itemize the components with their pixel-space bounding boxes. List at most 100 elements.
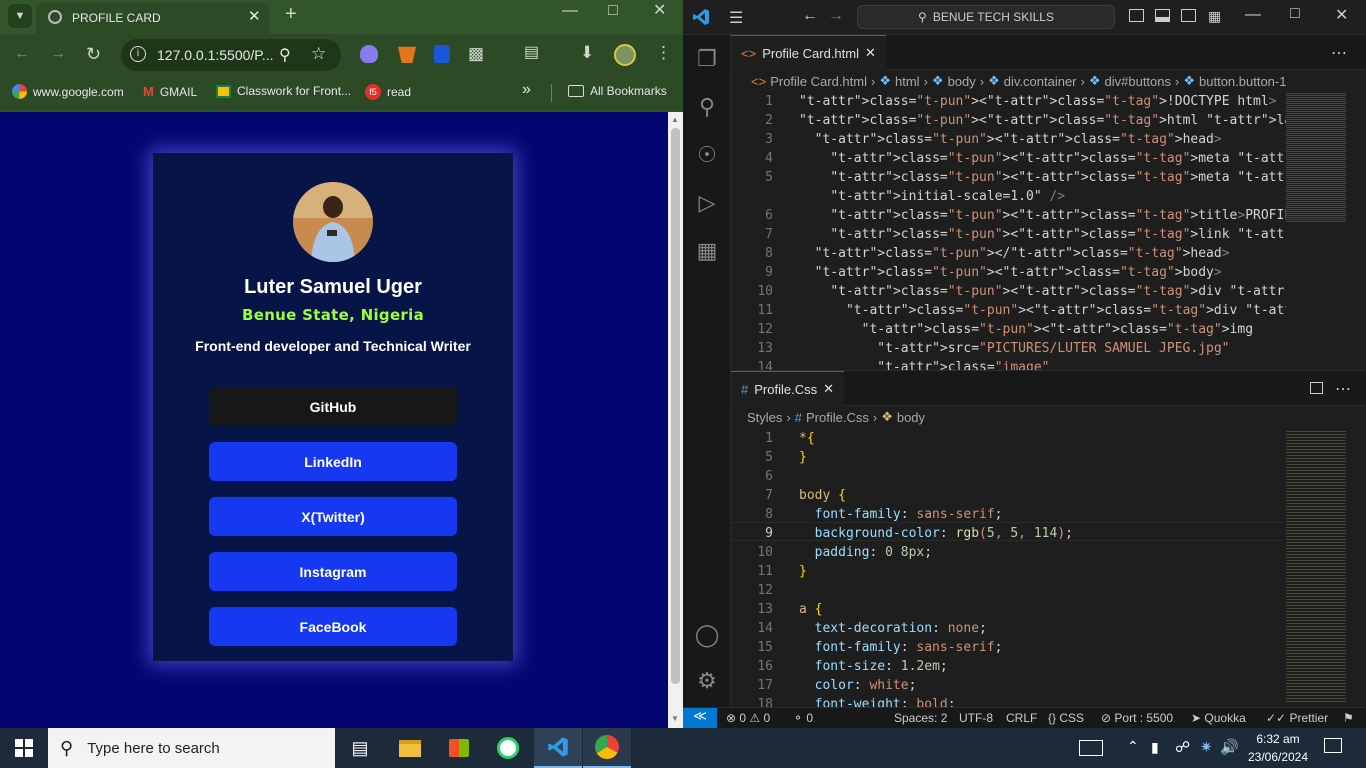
volume-icon[interactable]: 🔊	[1220, 738, 1239, 756]
zoom-icon[interactable]: ⚲	[279, 45, 291, 65]
minimize-icon[interactable]: —	[562, 3, 578, 19]
html-file-tab[interactable]: <> Profile Card.html ✕	[731, 35, 886, 70]
html-editor[interactable]: <> Profile Card.html ✕ ⋯ <> Profile Card.…	[731, 35, 1366, 370]
code-line[interactable]: "t-attr">src="PICTURES/LUTER SAMUEL JPEG…	[799, 339, 1229, 358]
code-line[interactable]: font-size: 1.2em;	[799, 657, 948, 676]
customize-layout-icon[interactable]: ▦	[1208, 8, 1221, 25]
encoding-status[interactable]: UTF-8	[959, 711, 993, 725]
nav-forward-icon[interactable]: →	[828, 7, 844, 25]
chrome-menu-icon[interactable]: ⋮	[655, 44, 672, 61]
bookmark-star-icon[interactable]: ☆	[311, 44, 326, 64]
crumb[interactable]: div.container	[1004, 74, 1077, 89]
prettier-status[interactable]: ✓✓ Prettier	[1266, 711, 1328, 725]
new-tab-button[interactable]: +	[285, 4, 297, 24]
extensions-puzzle-icon[interactable]: ▩	[468, 45, 484, 62]
quokka-status[interactable]: ➤ Quokka	[1191, 711, 1246, 725]
search-view-icon[interactable]: ⚲	[683, 87, 731, 127]
code-line[interactable]: "t-attr">class="t-pun"><"t-attr">class="…	[799, 111, 1286, 130]
extensions-icon[interactable]: ▦	[683, 231, 731, 271]
bookmark-gmail[interactable]: M GMAIL	[143, 84, 197, 99]
code-line[interactable]: }	[799, 448, 807, 467]
crumb[interactable]: body	[897, 410, 925, 425]
html-minimap[interactable]	[1286, 92, 1346, 222]
extension-shield-icon[interactable]	[434, 45, 450, 63]
crumb[interactable]: Profile Card.html	[770, 74, 867, 89]
browser-tab[interactable]: PROFILE CARD ✕	[36, 2, 270, 34]
bookmark-read[interactable]: f5 read	[365, 84, 411, 100]
vscode-minimize-icon[interactable]: —	[1245, 6, 1261, 24]
profile-avatar[interactable]	[614, 44, 636, 66]
clock-time[interactable]: 6:32 am	[1248, 732, 1308, 746]
code-line[interactable]: }	[799, 562, 807, 581]
clock-date[interactable]: 23/06/2024	[1240, 750, 1316, 764]
github-button[interactable]: GitHub	[209, 387, 457, 426]
code-line[interactable]: "t-attr">class="t-pun"><"t-attr">class="…	[799, 225, 1286, 244]
accounts-icon[interactable]: ◯	[683, 615, 731, 655]
start-button[interactable]	[0, 728, 48, 768]
code-line[interactable]: "t-attr">class="image"	[799, 358, 1049, 370]
toggle-sidebar-icon[interactable]	[1129, 9, 1144, 22]
code-line[interactable]: "t-attr">class="t-pun"><"t-attr">class="…	[799, 282, 1286, 301]
menu-icon[interactable]: ☰	[729, 8, 743, 28]
scroll-up-icon[interactable]: ▲	[671, 115, 679, 124]
code-line[interactable]: "t-attr">class="t-pun"><"t-attr">class="…	[799, 206, 1286, 225]
code-line[interactable]: "t-attr">class="t-pun"><"t-attr">class="…	[799, 263, 1222, 282]
forward-icon[interactable]: →	[50, 46, 66, 62]
code-line[interactable]: "t-attr">class="t-pun"><"t-attr">class="…	[799, 130, 1222, 149]
address-bar[interactable]: i 127.0.0.1:5500/P... ⚲ ☆	[121, 39, 341, 71]
nav-back-icon[interactable]: ←	[802, 7, 818, 25]
css-minimap[interactable]	[1286, 429, 1346, 704]
taskbar-search[interactable]: ⚲ Type here to search	[48, 728, 335, 768]
close-tab-icon[interactable]: ✕	[248, 7, 261, 25]
crumb[interactable]: body	[948, 74, 976, 89]
instagram-button[interactable]: Instagram	[209, 552, 457, 591]
battery-icon[interactable]: ▮	[1151, 739, 1159, 756]
command-center-search[interactable]: ⚲ BENUE TECH SKILLS	[857, 5, 1115, 29]
vscode-taskbar-icon[interactable]	[534, 728, 582, 768]
task-view-icon[interactable]: ▤	[336, 728, 384, 768]
code-line[interactable]: *{	[799, 429, 815, 448]
bookmark-google[interactable]: www.google.com	[12, 84, 124, 99]
split-editor-icon[interactable]	[1310, 382, 1323, 394]
bookmark-classwork[interactable]: Classwork for Front...	[216, 84, 351, 98]
manage-gear-icon[interactable]: ⚙	[683, 661, 731, 701]
back-icon[interactable]: ←	[14, 46, 30, 62]
scrollbar-thumb[interactable]	[671, 128, 680, 684]
store-icon[interactable]	[435, 728, 483, 768]
bluetooth-icon[interactable]: ✷	[1200, 738, 1213, 756]
live-server-status[interactable]: ⊘ Port : 5500	[1101, 711, 1173, 725]
toggle-secondary-sidebar-icon[interactable]	[1181, 9, 1196, 22]
css-file-tab[interactable]: # Profile.Css ✕	[731, 371, 844, 406]
code-line[interactable]: background-color: rgb(5, 5, 114);	[799, 524, 1073, 543]
vscode-maximize-icon[interactable]: □	[1290, 5, 1300, 23]
scroll-down-icon[interactable]: ▼	[671, 714, 679, 723]
crumb[interactable]: button.button-1	[1199, 74, 1286, 89]
close-tab-icon[interactable]: ✕	[865, 45, 876, 61]
notifications-icon[interactable]	[1324, 738, 1342, 753]
code-line[interactable]: "t-attr">initial-scale=1.0" />	[799, 187, 1065, 206]
explorer-icon[interactable]: ❐	[683, 39, 731, 79]
extension-ghost-icon[interactable]	[360, 45, 378, 63]
code-line[interactable]: "t-attr">class="t-pun"><"t-attr">class="…	[799, 320, 1253, 339]
linkedin-button[interactable]: LinkedIn	[209, 442, 457, 481]
code-line[interactable]: body {	[799, 486, 846, 505]
network-icon[interactable]: ☍	[1175, 738, 1190, 756]
close-window-icon[interactable]: ✕	[653, 3, 666, 19]
code-line[interactable]: text-decoration: none;	[799, 619, 987, 638]
file-explorer-icon[interactable]	[386, 728, 434, 768]
maximize-icon[interactable]: □	[608, 3, 618, 19]
bookmarks-overflow-button[interactable]: »	[522, 81, 531, 99]
reading-mode-icon[interactable]: ▤	[524, 45, 539, 61]
remote-icon[interactable]: ≪	[683, 708, 717, 729]
facebook-button[interactable]: FaceBook	[209, 607, 457, 646]
code-line[interactable]: font-family: sans-serif;	[799, 505, 1003, 524]
code-line[interactable]: padding: 0 8px;	[799, 543, 932, 562]
problems-status[interactable]: ⊗ 0 ⚠ 0	[726, 711, 770, 725]
chrome-taskbar-icon[interactable]	[583, 728, 631, 768]
crumb[interactable]: Profile.Css	[806, 410, 869, 425]
indentation-status[interactable]: Spaces: 2	[894, 711, 947, 725]
code-line[interactable]: "t-attr">class="t-pun"><"t-attr">class="…	[799, 149, 1286, 168]
keyboard-icon[interactable]	[1079, 740, 1103, 756]
editor-more-icon[interactable]: ⋯	[1331, 43, 1347, 63]
download-icon[interactable]: ⬇	[580, 44, 594, 61]
